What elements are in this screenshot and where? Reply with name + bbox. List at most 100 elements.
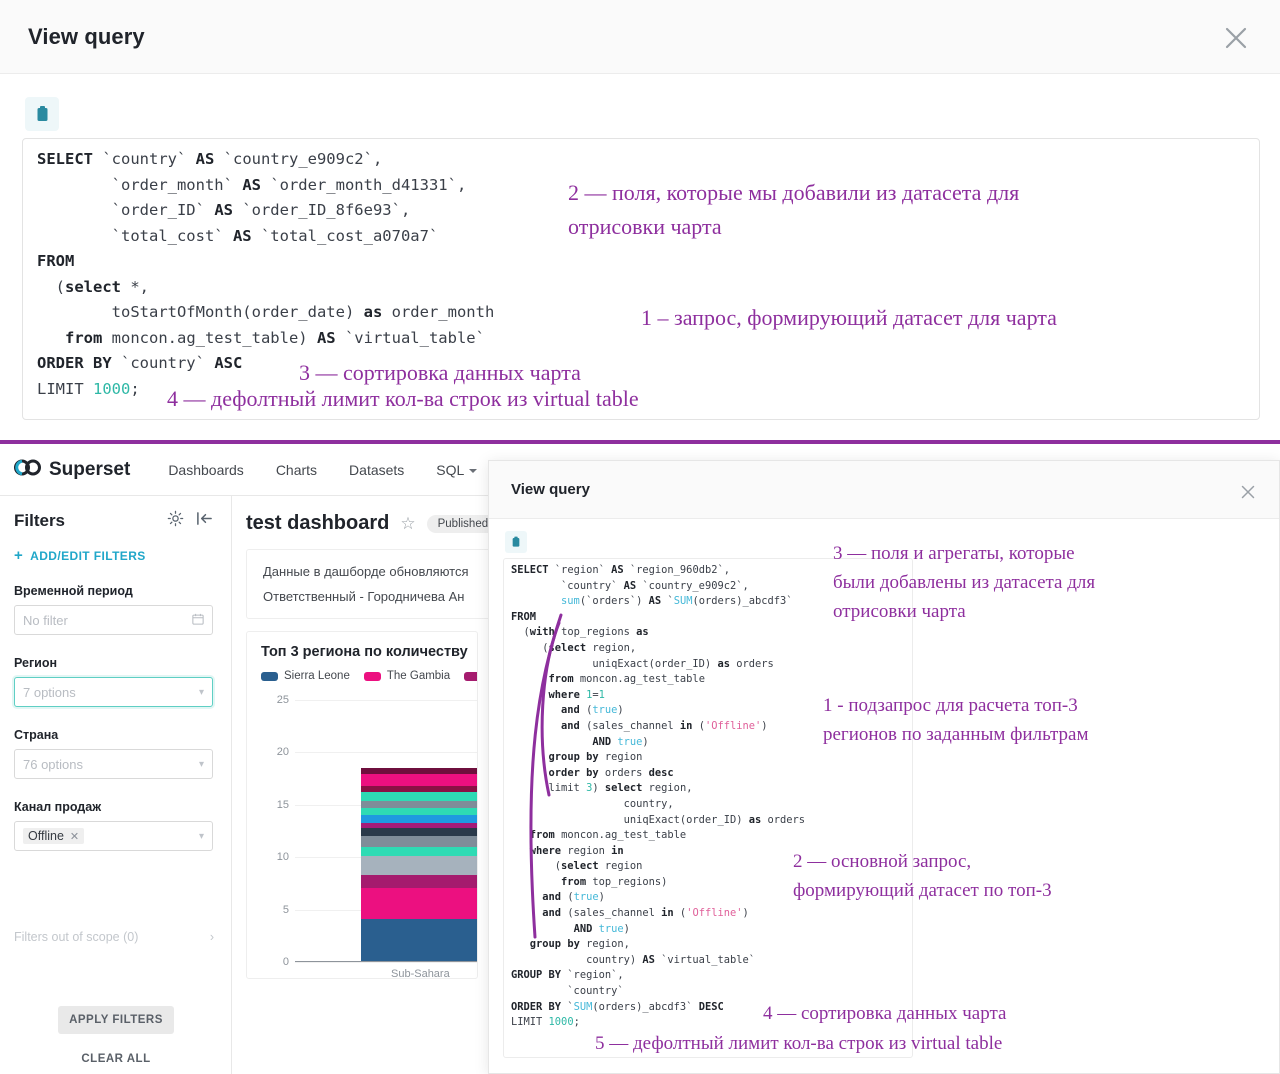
brand-name: Superset — [49, 458, 131, 480]
close-icon[interactable] — [1216, 18, 1256, 58]
filter-tag-label: Offline — [28, 829, 64, 843]
annotation-sort-bottom: 4 — сортировка данных чарта — [763, 1003, 1007, 1024]
filter-input-time[interactable]: No filter — [14, 605, 213, 635]
legend-swatch — [363, 671, 381, 681]
chart-bar-segment[interactable] — [361, 773, 477, 787]
chart-y-tick: 10 — [276, 851, 289, 864]
chart-bar-segment[interactable] — [361, 827, 477, 837]
markdown-card: Данные в дашборде обновляются Ответствен… — [246, 549, 492, 619]
filter-value-time: No filter — [23, 612, 68, 628]
nav-charts[interactable]: Charts — [260, 462, 333, 478]
filters-header: Filters — [14, 510, 213, 532]
plus-icon: + — [14, 547, 24, 564]
chart-y-tick: 25 — [276, 694, 289, 706]
calendar-icon — [192, 613, 204, 628]
markdown-line-2: Ответственный - Городничева Ан — [263, 589, 465, 604]
annotation-main-query-bottom: 2 — основной запрос, формирующий датасет… — [793, 851, 1052, 901]
annotation-limit-top: 4 — дефолтный лимит кол-ва строк из virt… — [167, 386, 639, 411]
filter-tag-offline[interactable]: Offline ✕ — [23, 828, 85, 844]
chevron-down-icon — [469, 468, 478, 473]
annotation-limit-bottom: 5 — дефолтный лимит кол-ва строк из virt… — [595, 1033, 1003, 1054]
modal-header: View query — [0, 0, 1280, 74]
chevron-down-icon: ▾ — [198, 758, 204, 770]
chart-y-tick: 15 — [276, 798, 289, 811]
annotation-subquery-top: 1 – запрос, формирующий датасет для чарт… — [641, 305, 1057, 330]
annotation-fields-top: 2 — поля, которые мы добавили из датасет… — [568, 180, 1020, 239]
filter-input-country[interactable]: 76 options ▾ — [14, 749, 213, 779]
close-icon[interactable]: ✕ — [70, 830, 79, 843]
chart-x-axis — [295, 961, 477, 962]
star-icon[interactable]: ☆ — [400, 514, 415, 534]
chart-y-tick: 5 — [282, 903, 289, 916]
close-icon[interactable] — [1235, 479, 1261, 505]
gear-icon[interactable] — [167, 510, 184, 532]
superset-logo-icon — [14, 459, 42, 481]
filter-input-region[interactable]: 7 options ▾ — [14, 677, 213, 707]
page-title: View query — [28, 23, 145, 49]
filters-panel: Filters + ADD/EDIT FILTERS Временной пер… — [0, 496, 232, 1074]
chart-gridline — [295, 962, 477, 963]
chevron-right-icon: › — [209, 930, 214, 944]
dashboard-title: test dashboard — [246, 512, 390, 534]
legend-item[interactable]: The Gambia — [363, 670, 451, 682]
nav-datasets[interactable]: Datasets — [333, 462, 420, 478]
clipboard-icon[interactable] — [505, 531, 527, 553]
brand[interactable]: Superset — [14, 459, 130, 481]
filters-out-of-scope-label: Filters out of scope (0) — [14, 930, 139, 944]
modal-header: View query — [489, 461, 1279, 519]
chevron-down-icon: ▾ — [198, 830, 204, 842]
chart-bar-segment[interactable] — [361, 919, 477, 961]
legend-swatch — [261, 671, 278, 681]
chart-gridline — [295, 700, 477, 701]
filter-label-region: Регион — [14, 656, 58, 670]
view-query-modal-bottom: View query SELECT `region` AS `region_96… — [488, 460, 1280, 1074]
filter-input-channel[interactable]: Offline ✕ ▾ — [14, 821, 213, 851]
clipboard-icon[interactable] — [25, 97, 59, 131]
legend-swatch — [464, 671, 477, 681]
chart-bar-segment[interactable] — [361, 856, 477, 876]
chart-legend: Sierra Leone The Gambia — [261, 670, 477, 682]
nav-dashboards[interactable]: Dashboards — [152, 462, 260, 478]
legend-label: The Gambia — [386, 670, 451, 682]
modal-title: View query — [511, 481, 590, 498]
markdown-line-1: Данные в дашборде обновляются — [263, 564, 469, 579]
filter-value-country: 76 options — [23, 756, 83, 772]
clear-all-button[interactable]: CLEAR ALL — [58, 1048, 174, 1070]
legend-item[interactable]: Sierra Leone — [261, 670, 350, 682]
chart-bar[interactable] — [361, 768, 477, 961]
chart-bar-segment[interactable] — [361, 800, 477, 809]
annotation-fields-bottom: 3 — поля и агрегаты, которые были добавл… — [833, 543, 1096, 622]
chart-bar-segment[interactable] — [361, 887, 477, 920]
chart-y-tick: 0 — [282, 956, 289, 968]
chart-bar-segment[interactable] — [361, 792, 477, 801]
filter-label-country: Страна — [14, 728, 59, 742]
chart-card: Топ 3 региона по количеству Sierra Leone… — [246, 631, 478, 979]
legend-label: Sierra Leone — [284, 670, 350, 682]
legend-item[interactable] — [464, 671, 477, 681]
sql-text-bottom: SELECT `region` AS `region_960db2`, `cou… — [511, 564, 806, 1029]
collapse-left-icon[interactable] — [196, 511, 213, 531]
sql-code-block-bottom[interactable]: SELECT `region` AS `region_960db2`, `cou… — [503, 558, 913, 1058]
filters-title: Filters — [14, 511, 66, 530]
chart-title: Топ 3 региона по количеству — [261, 644, 468, 660]
chart-bar-segment[interactable] — [361, 846, 477, 857]
chart-y-tick: 20 — [276, 746, 289, 759]
nav-sql[interactable]: SQL — [420, 462, 493, 478]
add-edit-filters-label: ADD/EDIT FILTERS — [30, 548, 146, 563]
filter-value-region: 7 options — [23, 684, 76, 700]
chart-bar-segment[interactable] — [361, 815, 477, 823]
apply-filters-button[interactable]: APPLY FILTERS — [58, 1006, 174, 1034]
view-query-modal-top: View query SELECT `country` AS `country_… — [0, 0, 1280, 440]
filter-label-channel: Канал продаж — [14, 800, 102, 814]
chevron-down-icon: ▾ — [198, 686, 204, 698]
filters-out-of-scope[interactable]: Filters out of scope (0) › — [14, 930, 214, 944]
chart-x-tick: Sub-Sahara — [391, 968, 450, 979]
chart-bar-segment[interactable] — [361, 875, 477, 888]
filter-label-time: Временной период — [14, 584, 133, 598]
filters-actions — [167, 510, 213, 532]
chart-bar-segment[interactable] — [361, 808, 477, 816]
chart-plot-area: 0 5 10 15 20 25 Sub-Sahara — [261, 694, 477, 978]
chart-bar-segment[interactable] — [361, 836, 477, 847]
add-edit-filters-button[interactable]: + ADD/EDIT FILTERS — [14, 548, 213, 563]
chart-gridline — [295, 752, 477, 754]
